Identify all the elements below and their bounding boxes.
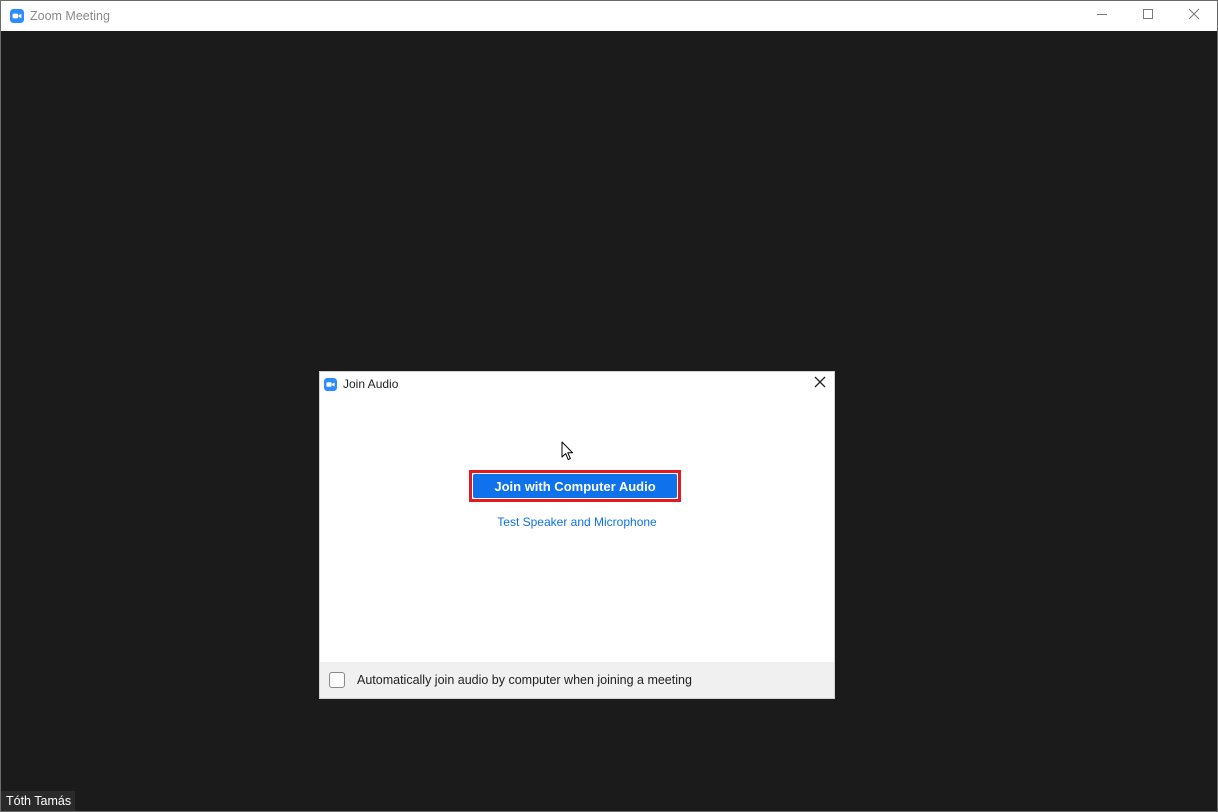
dialog-titlebar: Join Audio <box>320 372 834 396</box>
window-title: Zoom Meeting <box>30 9 110 23</box>
minimize-icon <box>1096 7 1108 25</box>
close-icon <box>1188 7 1200 25</box>
close-window-button[interactable] <box>1171 1 1217 31</box>
maximize-button[interactable] <box>1125 1 1171 31</box>
mouse-cursor-icon <box>561 441 575 466</box>
auto-join-audio-label[interactable]: Automatically join audio by computer whe… <box>357 673 692 687</box>
window-titlebar: Zoom Meeting <box>1 1 1217 31</box>
join-with-computer-audio-button[interactable]: Join with Computer Audio <box>473 474 677 498</box>
zoom-camera-icon <box>10 9 24 23</box>
test-link-label[interactable]: Test Speaker and Microphone <box>497 515 656 529</box>
close-icon <box>814 375 826 393</box>
dialog-close-button[interactable] <box>812 376 828 392</box>
zoom-meeting-window: Zoom Meeting Tóth Tamás Join Audio Join … <box>0 0 1218 812</box>
auto-join-audio-checkbox[interactable] <box>329 672 345 688</box>
zoom-camera-icon <box>324 377 337 391</box>
join-button-highlight: Join with Computer Audio <box>469 470 681 502</box>
minimize-button[interactable] <box>1079 1 1125 31</box>
window-controls <box>1079 1 1217 31</box>
maximize-icon <box>1142 7 1154 25</box>
dialog-footer: Automatically join audio by computer whe… <box>320 662 834 698</box>
join-audio-dialog: Join Audio Join with Computer Audio Test… <box>320 372 834 698</box>
test-speaker-microphone-link[interactable]: Test Speaker and Microphone <box>320 515 834 529</box>
dialog-title: Join Audio <box>343 377 399 391</box>
participant-name-label: Tóth Tamás <box>1 791 76 811</box>
